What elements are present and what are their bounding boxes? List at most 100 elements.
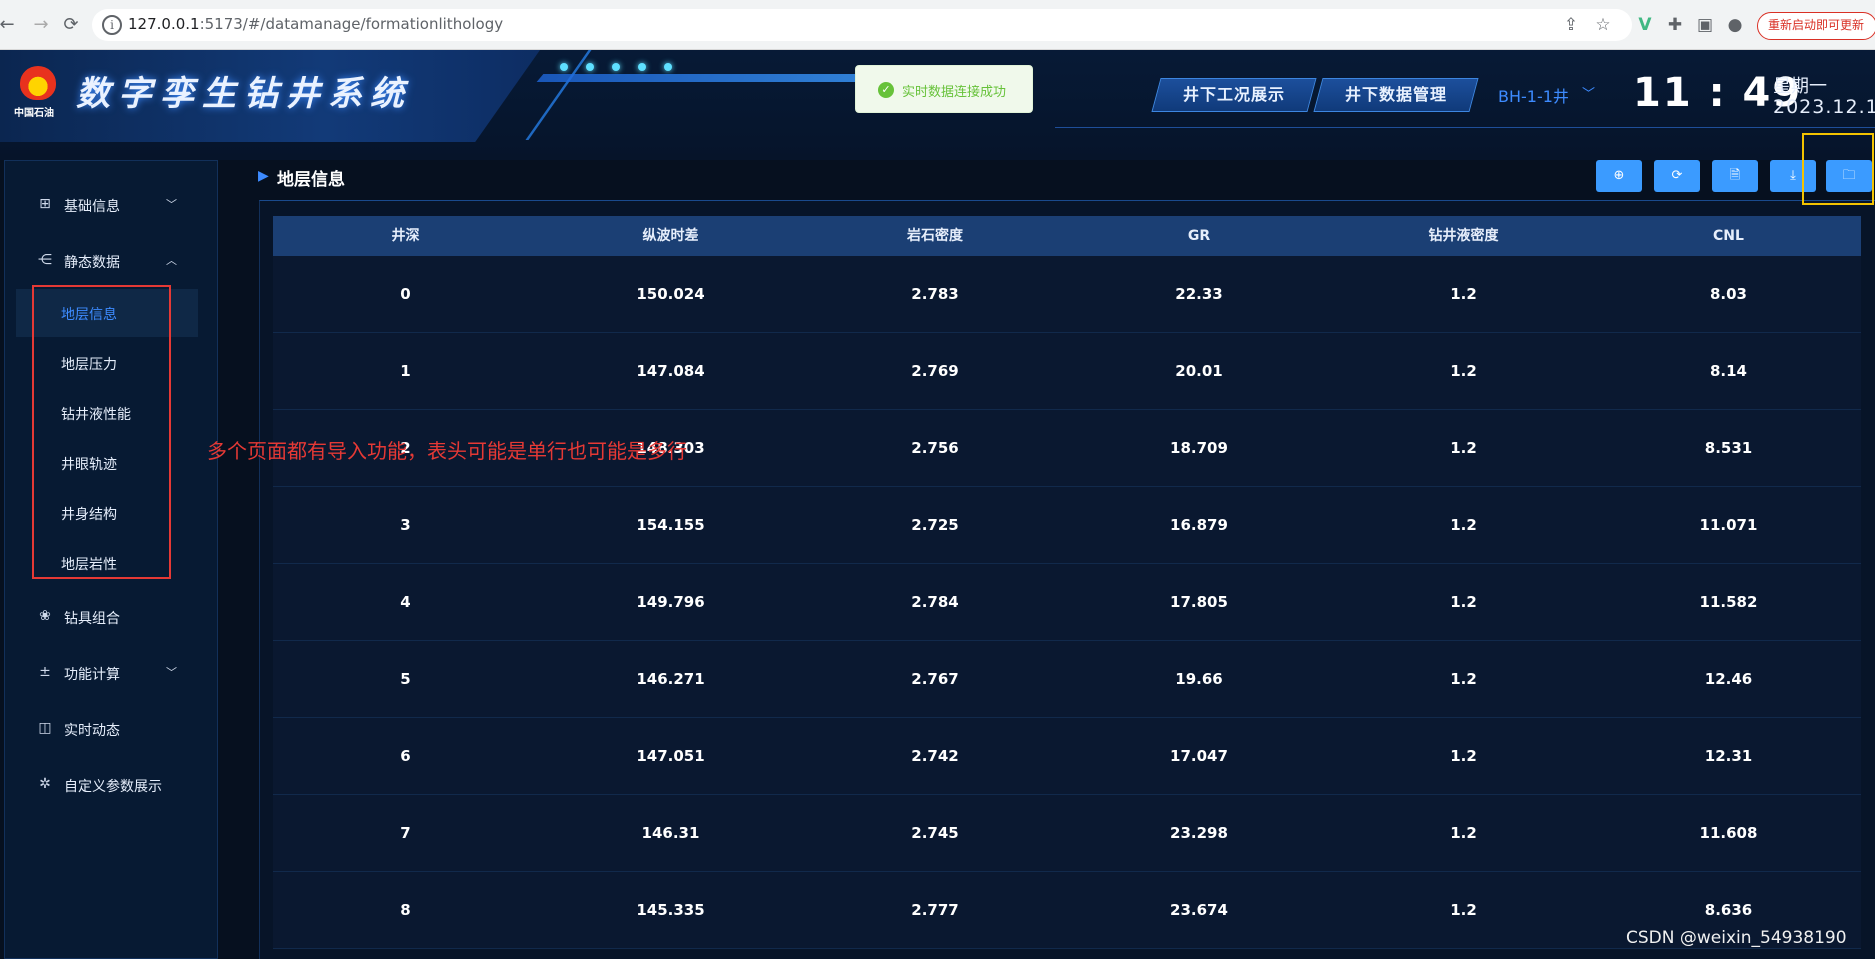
forward-icon[interactable]: → [30,14,52,36]
table-row[interactable]: 7 146.31 2.745 23.298 1.2 11.608 [273,795,1861,872]
success-toast: ✓ 实时数据连接成功 [855,65,1033,113]
refresh-button[interactable]: ⟳ [1654,160,1700,192]
annotation-box [32,285,171,579]
table-cell: 154.155 [636,516,705,534]
bookmark-star-icon[interactable]: ☆ [1592,14,1614,36]
sidebar-item-static-data[interactable]: ⋲ 静态数据 ︿ [36,249,196,273]
robot-icon: ◫ [38,720,52,736]
weekday: 星期一 [1773,76,1827,97]
table-cell: 2.783 [911,285,959,303]
share-icon: ⋲ [38,252,52,268]
table-cell: 18.709 [1170,439,1228,457]
profile-icon[interactable]: ● [1724,14,1746,36]
sidebar-item-basic-info[interactable]: ⊞ 基础信息 ﹀ [36,193,196,217]
chevron-down-icon: ﹀ [166,666,177,679]
table-cell: 147.051 [636,747,705,765]
table-cell: 6 [400,747,411,765]
info-icon[interactable]: i [102,15,122,35]
table-cell: 23.298 [1170,824,1228,842]
column-header[interactable]: 钻井液密度 [1331,216,1596,256]
table-cell: 4 [400,593,411,611]
table-cell: 149.796 [636,593,705,611]
petrochina-icon [20,66,56,100]
reload-icon[interactable]: ⟳ [60,14,82,36]
table-cell: 2.777 [911,901,959,919]
export-file-button[interactable]: 🗎 [1712,160,1758,192]
sidebar-item-realtime[interactable]: ◫ 实时动态 [36,717,196,741]
table-cell: 8.14 [1709,362,1747,380]
update-button[interactable]: 重新启动即可更新 [1757,12,1875,40]
table-row[interactable]: 1 147.084 2.769 20.01 1.2 8.14 [273,333,1861,410]
table-body: 0 150.024 2.783 22.33 1.2 8.03 1 147.084 2.769 20… [273,256,1861,949]
extensions-icon[interactable]: ✚ [1664,14,1686,36]
table-cell: 11.582 [1699,593,1758,611]
table-cell: 8.03 [1709,285,1747,303]
calculator-icon: ± [39,664,51,680]
table-cell: 22.33 [1175,285,1223,303]
column-header[interactable]: GR [1067,216,1331,256]
vue-devtools-icon[interactable]: V [1634,14,1656,36]
table-cell: 146.271 [636,670,705,688]
custom-icon: ✲ [39,776,51,792]
decoration-bar [536,74,874,82]
nav-downhole-display[interactable]: 井下工况展示 [1151,78,1317,112]
table-row[interactable]: 5 146.271 2.767 19.66 1.2 12.46 [273,641,1861,718]
refresh-icon: ⟳ [1671,168,1683,183]
table-cell: 146.31 [641,824,700,842]
table-cell: 11.608 [1699,824,1758,842]
table-cell: 1 [400,362,411,380]
table-cell: 20.01 [1175,362,1223,380]
table-cell: 2.769 [911,362,959,380]
formation-table: 井深 纵波时差 岩石密度 GR 钻井液密度 CNL 0 150.024 2.783 2… [273,216,1861,949]
page-title: 地层信息 [277,170,345,190]
table-row[interactable]: 6 147.051 2.742 17.047 1.2 12.31 [273,718,1861,795]
table-cell: 16.879 [1170,516,1228,534]
table-row[interactable]: 8 145.335 2.777 23.674 1.2 8.636 [273,872,1861,949]
annotation-note: 多个页面都有导入功能，表头可能是单行也可能是多行 [207,439,687,463]
table-cell: 2.767 [911,670,959,688]
highlight-box [1802,133,1874,205]
table-cell: 19.66 [1175,670,1223,688]
back-icon[interactable]: ← [0,14,18,36]
circles-icon: ❀ [39,608,51,624]
table-row[interactable]: 3 154.155 2.725 16.879 1.2 11.071 [273,487,1861,564]
column-header[interactable]: 纵波时差 [538,216,803,256]
table-cell: 7 [400,824,411,842]
file-icon: 🗎 [1729,168,1741,183]
sidepanel-icon[interactable]: ▣ [1694,14,1716,36]
table-cell: 145.335 [636,901,705,919]
app-title: 数字孪生钻井系统 [76,74,412,114]
table-cell: 1.2 [1450,747,1477,765]
address-bar[interactable]: i 127.0.0.1:5173/#/datamanage/formationl… [92,9,1632,41]
table-cell: 12.46 [1704,670,1753,688]
table-cell: 1.2 [1450,439,1477,457]
table-cell: 2.725 [911,516,959,534]
table-cell: 0 [400,285,411,303]
download-icon: ⤓ [1790,168,1796,183]
sidebar-item-custom-params[interactable]: ✲ 自定义参数展示 [36,773,196,797]
table-row[interactable]: 0 150.024 2.783 22.33 1.2 8.03 [273,256,1861,333]
table-cell: 1.2 [1450,901,1477,919]
table-cell: 3 [400,516,411,534]
add-button[interactable]: ⊕ [1596,160,1642,192]
chevron-down-icon[interactable]: ﹀ [1582,83,1595,102]
table-cell: 2.784 [911,593,959,611]
table-cell: 8.531 [1704,439,1753,457]
grid-icon: ⊞ [39,196,51,212]
table-cell: 1.2 [1450,516,1477,534]
table-cell: 147.084 [636,362,705,380]
table-row[interactable]: 4 149.796 2.784 17.805 1.2 11.582 [273,564,1861,641]
column-header[interactable]: 井深 [273,216,538,256]
table-cell: 1.2 [1450,593,1477,611]
column-header[interactable]: CNL [1596,216,1861,256]
sidebar-item-bha[interactable]: ❀ 钻具组合 [36,605,196,629]
chevron-down-icon: ﹀ [166,198,177,211]
column-header[interactable]: 岩石密度 [803,216,1067,256]
table-cell: 1.2 [1450,670,1477,688]
share-icon[interactable]: ⇪ [1560,14,1582,36]
url-text[interactable]: 127.0.0.1:5173/#/datamanage/formationlit… [128,15,503,33]
table-cell: 2.745 [911,824,959,842]
sidebar-item-calculation[interactable]: ± 功能计算 ﹀ [36,661,196,685]
well-select[interactable]: BH-1-1井 [1498,83,1569,107]
nav-downhole-data[interactable]: 井下数据管理 [1313,78,1479,112]
